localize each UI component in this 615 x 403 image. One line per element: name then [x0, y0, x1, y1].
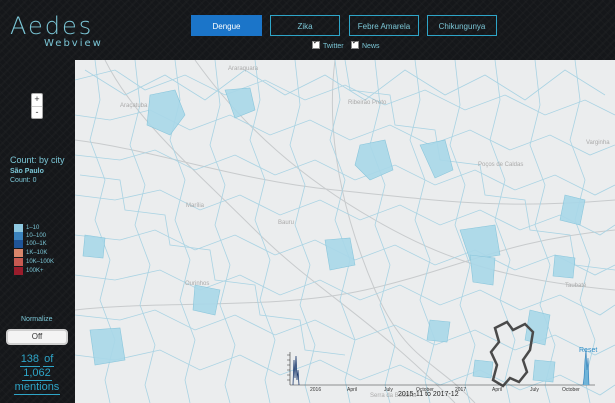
- legend-item: 100K+: [14, 267, 74, 275]
- legend-item: 1–10: [14, 224, 74, 232]
- zoom-in-button[interactable]: +: [32, 94, 42, 107]
- legend-label: 100K+: [26, 268, 44, 274]
- mentions-count: 138: [19, 353, 41, 367]
- timeline-tick: April: [492, 387, 503, 393]
- zoom-out-button[interactable]: -: [32, 107, 42, 119]
- news-label: News: [362, 42, 380, 50]
- timeline-tick: 2016: [310, 387, 322, 393]
- legend-swatch: [14, 267, 23, 275]
- legend-swatch: [14, 232, 23, 240]
- legend-swatch: [14, 258, 23, 266]
- legend-label: 1K–10K: [26, 250, 48, 256]
- map-canvas: [75, 60, 615, 403]
- twitter-checkbox[interactable]: Twitter: [312, 38, 344, 50]
- city-label: Ribeirão Preto: [348, 100, 387, 106]
- tab-zika[interactable]: Zika: [270, 15, 340, 36]
- legend-item: 1K–10K: [14, 249, 74, 257]
- legend-item: 10K–100K: [14, 258, 74, 266]
- checkbox-checked-icon: [351, 38, 359, 49]
- legend-swatch: [14, 249, 23, 257]
- city-label: Varginha: [586, 140, 610, 146]
- legend-item: 10–100: [14, 232, 74, 240]
- normalize-label: Normalize: [21, 316, 53, 323]
- mentions-total: 1,062: [22, 367, 52, 381]
- city-label: Araraquara: [228, 66, 259, 72]
- city-label: Marília: [186, 203, 205, 209]
- tab-febre-amarela[interactable]: Febre Amarela: [349, 15, 419, 36]
- tab-chikungunya[interactable]: Chikungunya: [427, 15, 497, 36]
- reset-link[interactable]: Reset: [579, 347, 597, 354]
- timeline-tick: July: [384, 387, 393, 393]
- city-label: Ourinhos: [185, 281, 210, 287]
- legend-label: 10K–100K: [26, 259, 55, 265]
- app-logo: Aedes Webview: [10, 12, 103, 52]
- normalize-toggle[interactable]: Off: [6, 329, 68, 345]
- city-label: Bauru: [278, 220, 295, 226]
- legend-swatch: [14, 224, 23, 232]
- zoom-control: + -: [31, 93, 43, 119]
- selected-city: São Paulo: [10, 168, 44, 175]
- count-title: Count: by city: [10, 155, 65, 165]
- twitter-label: Twitter: [323, 42, 344, 50]
- city-label: Poços de Caldas: [478, 162, 524, 168]
- tab-dengue[interactable]: Dengue: [191, 15, 262, 36]
- timeline-range: 2015-11 to 2017-12: [398, 391, 459, 398]
- mentions-of: of: [43, 353, 55, 367]
- map-view[interactable]: [75, 60, 615, 403]
- legend-label: 100–1K: [26, 241, 47, 247]
- legend-label: 10–100: [26, 233, 47, 239]
- mentions-summary: 138 of 1,062 mentions: [0, 353, 74, 395]
- checkbox-checked-icon: [312, 38, 320, 49]
- city-label: Taubaté: [565, 283, 587, 289]
- city-count: Count: 0: [10, 177, 37, 184]
- city-label: Araçatuba: [120, 103, 148, 109]
- logo-subtitle: Webview: [44, 38, 103, 49]
- timeline-tick: July: [530, 387, 539, 393]
- legend-item: 100–1K: [14, 240, 74, 248]
- logo-title: Aedes: [10, 12, 94, 40]
- mentions-suffix: mentions: [13, 381, 61, 395]
- timeline-tick: October: [562, 387, 580, 393]
- news-checkbox[interactable]: News: [351, 38, 380, 50]
- legend-swatch: [14, 240, 23, 248]
- timeline-tick: April: [347, 387, 358, 393]
- legend-label: 1–10: [26, 225, 40, 231]
